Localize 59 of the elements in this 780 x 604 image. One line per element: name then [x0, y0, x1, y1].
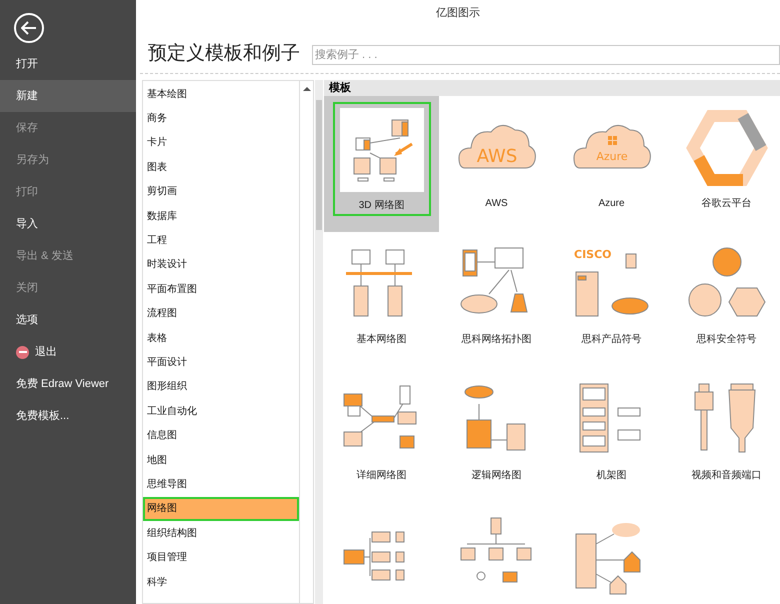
template-tile[interactable]: 思科安全符号: [669, 232, 780, 368]
category-item[interactable]: 数据库: [143, 204, 299, 228]
template-label: 思科网络拓扑图: [462, 332, 532, 347]
template-label: 详细网络图: [356, 468, 406, 483]
template-label: 基本网络图: [356, 332, 406, 347]
template-label: Azure: [598, 197, 625, 211]
template-label: 谷歌云平台: [702, 196, 752, 211]
template-tile[interactable]: 谷歌云平台: [669, 96, 780, 232]
logo-text: CISCO: [574, 248, 612, 261]
category-item[interactable]: 组织结构图: [143, 521, 299, 546]
sidebar-menu-item[interactable]: 打开: [0, 48, 136, 80]
category-item[interactable]: 表格: [143, 326, 299, 350]
template-label: 3D 网络图: [358, 199, 404, 213]
window-title: 亿图图示: [435, 6, 481, 21]
template-label: 机架图: [596, 468, 626, 483]
page-heading: 预定义模板和例子: [148, 42, 300, 66]
template-label: 视频和音频端口: [692, 468, 762, 483]
category-item[interactable]: 基本绘图: [143, 82, 299, 106]
category-item[interactable]: 平面设计: [143, 350, 299, 375]
category-item[interactable]: 流程图: [143, 302, 299, 326]
category-item[interactable]: 卡片: [143, 130, 299, 156]
category-item[interactable]: 商务: [143, 106, 299, 131]
category-item[interactable]: 信息图: [143, 423, 299, 448]
template-tile[interactable]: 视频和音频端口: [669, 368, 780, 504]
category-item[interactable]: 工业自动化: [143, 399, 299, 424]
sidebar-menu-item[interactable]: 新建: [0, 80, 136, 112]
template-label: AWS: [485, 197, 508, 211]
template-label: 思科安全符号: [696, 332, 756, 347]
template-tile[interactable]: 思科网络拓扑图: [439, 232, 554, 368]
category-item[interactable]: 项目管理: [143, 545, 299, 570]
template-label: 逻辑网络图: [472, 468, 522, 483]
search-field[interactable]: 搜索例子 . . .: [312, 44, 780, 64]
template-tile[interactable]: CISCO 思科产品符号: [554, 232, 669, 368]
category-item[interactable]: 地图: [143, 448, 299, 472]
category-item[interactable]: 图表: [143, 155, 299, 180]
category-item[interactable]: 科学: [143, 570, 299, 594]
sidebar-menu-item[interactable]: 免费模板...: [0, 400, 136, 432]
category-item[interactable]: 思维导图: [143, 472, 299, 497]
sidebar-menu-item[interactable]: 导入: [0, 208, 136, 240]
template-tile[interactable]: 逻辑网络图: [439, 368, 554, 504]
template-tile[interactable]: 详细网络图: [324, 368, 439, 504]
logo-text: AWS: [476, 146, 517, 167]
category-item[interactable]: 图形组织: [143, 374, 299, 400]
template-tile[interactable]: 基本网络图: [324, 232, 439, 368]
sidebar-menu-item[interactable]: 退出: [0, 336, 136, 368]
template-label: 思科产品符号: [582, 332, 642, 347]
sidebar-menu-item[interactable]: 免费 Edraw Viewer: [0, 368, 136, 400]
template-tile[interactable]: Azure Azure: [554, 96, 669, 232]
sidebar-menu-item[interactable]: 选项: [0, 304, 136, 336]
category-item[interactable]: 网络图: [143, 496, 299, 522]
logo-text: Azure: [596, 150, 628, 163]
category-item[interactable]: 工程: [143, 228, 299, 253]
template-tile[interactable]: 3D 网络图: [324, 96, 439, 232]
template-tile[interactable]: 机架图: [554, 368, 669, 504]
category-item[interactable]: 平面布置图: [143, 277, 299, 302]
category-item[interactable]: 时装设计: [143, 252, 299, 278]
section-header: 模板: [324, 80, 780, 96]
template-tile[interactable]: AWS AWS: [439, 96, 554, 232]
category-item[interactable]: 剪切画: [143, 180, 299, 204]
